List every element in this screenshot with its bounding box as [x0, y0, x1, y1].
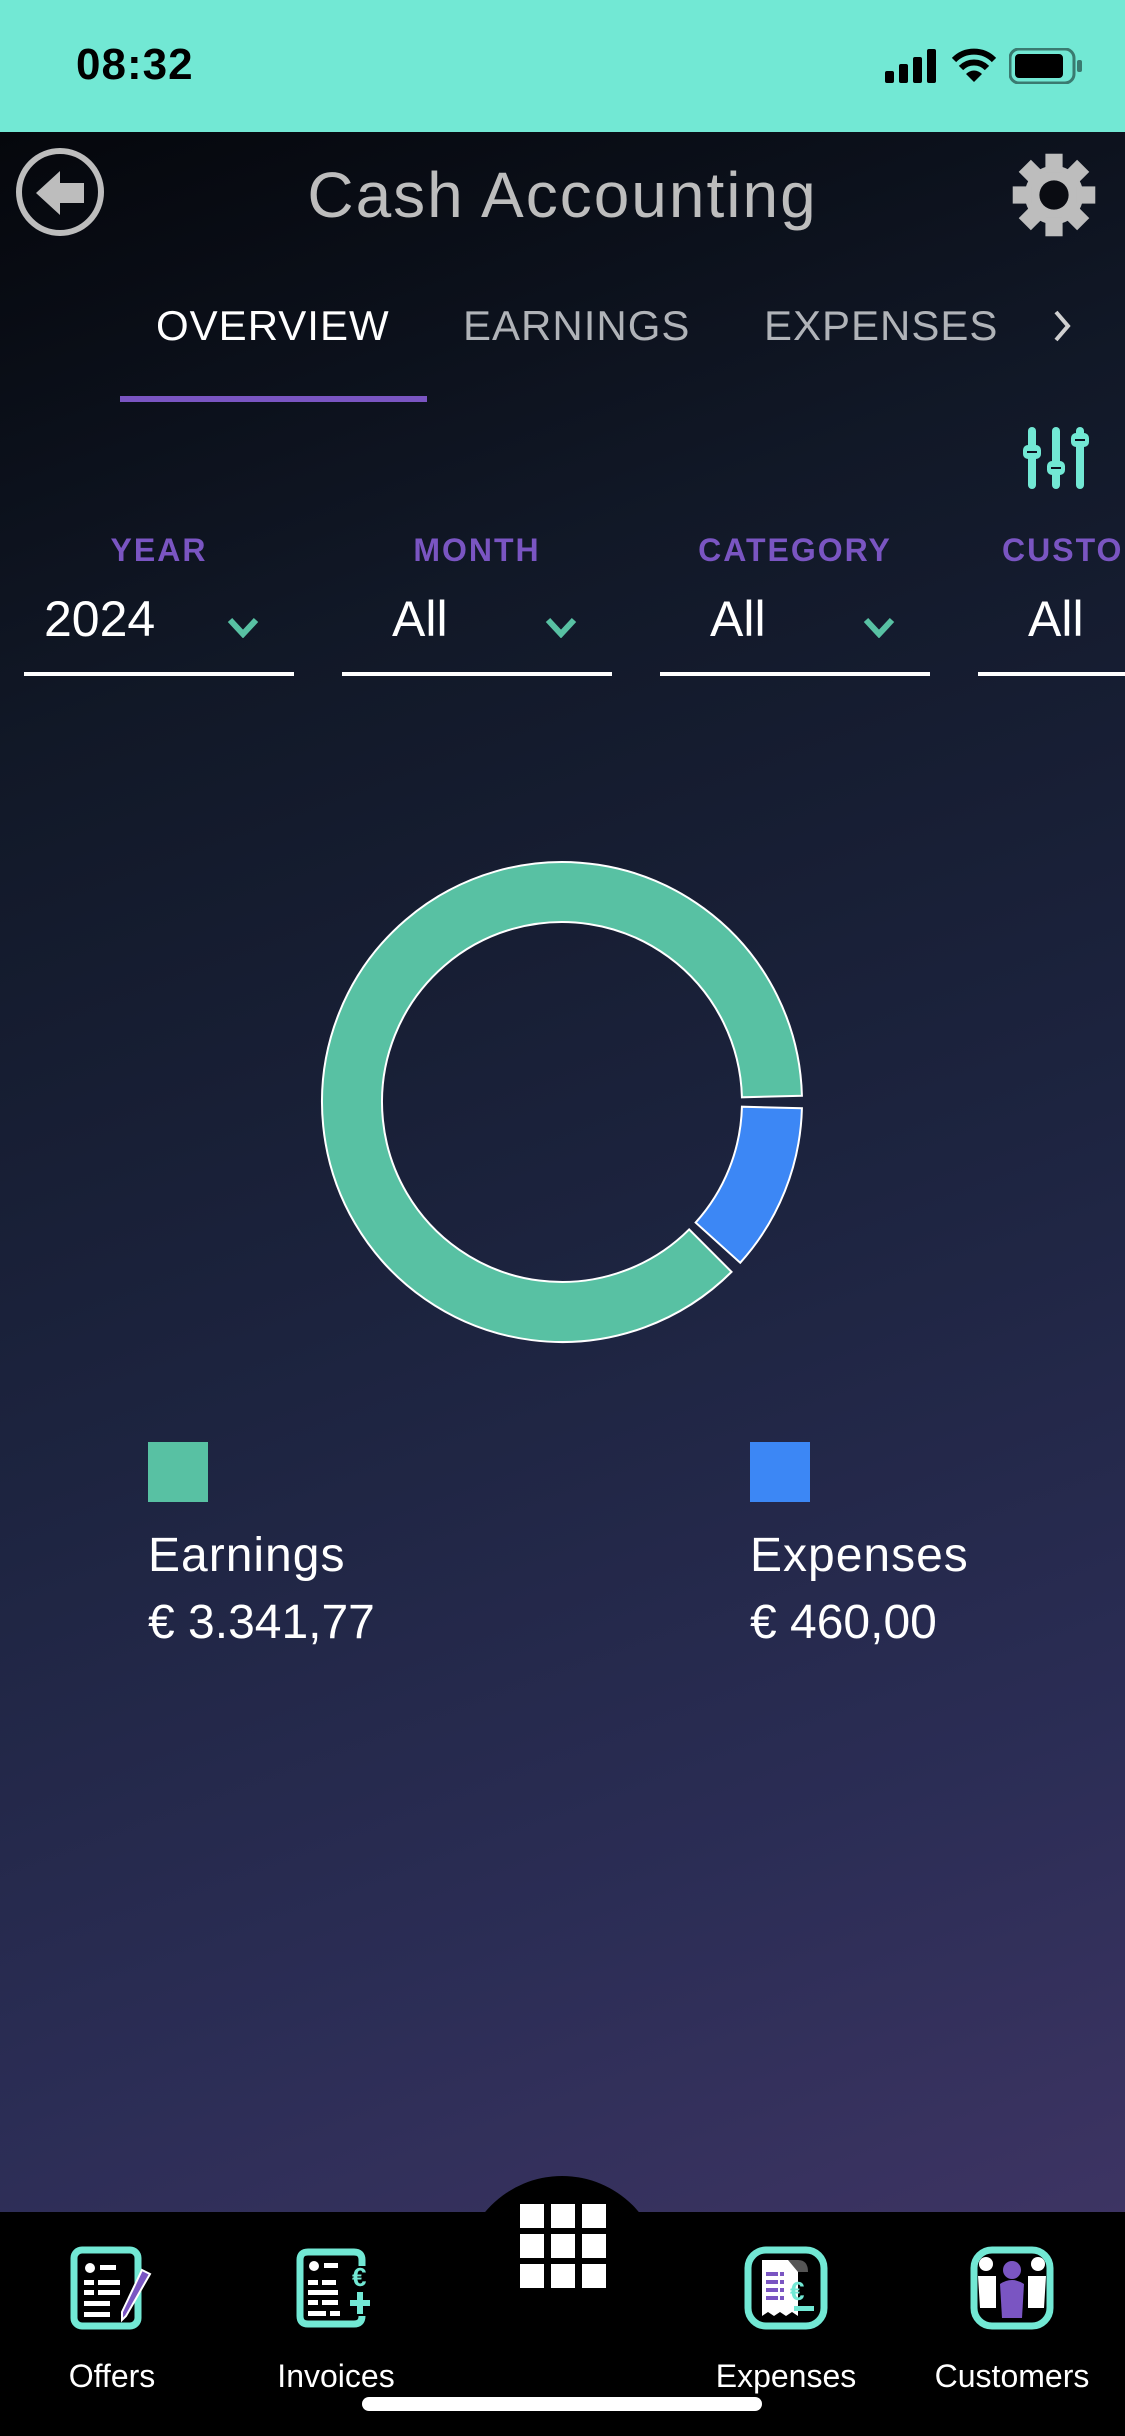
- donut-slice-expenses[interactable]: [694, 1105, 803, 1265]
- filter-underline: [24, 672, 294, 676]
- chevron-down-icon: [863, 617, 895, 638]
- tab-earnings[interactable]: EARNINGS: [463, 302, 690, 350]
- nav-offers[interactable]: Offers: [12, 2246, 212, 2395]
- month-filter[interactable]: MONTH All: [342, 532, 612, 676]
- page-title: Cash Accounting: [307, 159, 818, 231]
- nav-label: Expenses: [715, 2358, 857, 2394]
- tab-bar: OVERVIEW EARNINGS EXPENSES: [0, 302, 1125, 382]
- legend-label: Earnings: [148, 1529, 346, 1582]
- filter-underline: [660, 672, 930, 676]
- customer-filter[interactable]: CUSTO All: [978, 532, 1125, 676]
- home-indicator: [362, 2397, 762, 2411]
- filter-sliders-icon[interactable]: [1020, 427, 1096, 491]
- legend-earnings: Earnings € 3.341,77: [148, 1442, 375, 1650]
- main-content: Cash Accounting OVERVIEW EARNINGS EXPENS…: [0, 132, 1125, 2212]
- filter-value: All: [710, 591, 766, 647]
- nav-label: Customers: [934, 2358, 1090, 2394]
- tab-expenses[interactable]: EXPENSES: [764, 302, 998, 350]
- status-bar: 08:32: [0, 0, 1125, 132]
- filter-label: YEAR: [110, 532, 208, 568]
- legend-label: Expenses: [750, 1529, 969, 1582]
- grid-menu-icon[interactable]: [520, 2204, 606, 2288]
- filter-underline: [978, 672, 1125, 676]
- customers-icon: [970, 2246, 1054, 2330]
- chevron-right-icon[interactable]: [1052, 308, 1072, 344]
- status-icons: [885, 48, 1083, 84]
- filter-label: MONTH: [413, 532, 541, 568]
- chevron-down-icon: [227, 617, 259, 638]
- filter-label: CATEGORY: [698, 532, 892, 568]
- chevron-down-icon: [545, 617, 577, 638]
- signal-icon: [885, 49, 936, 83]
- nav-label: Offers: [68, 2358, 156, 2394]
- year-filter[interactable]: YEAR 2024: [24, 532, 294, 676]
- battery-icon: [1009, 48, 1082, 84]
- tab-overview[interactable]: OVERVIEW: [156, 302, 390, 350]
- legend-value: € 460,00: [750, 1596, 937, 1649]
- legend-expenses: Expenses € 460,00: [750, 1442, 969, 1650]
- legend-value: € 3.341,77: [148, 1596, 375, 1649]
- donut-chart: [321, 861, 803, 1343]
- category-filter[interactable]: CATEGORY All: [660, 532, 930, 676]
- invoices-icon: €: [296, 2248, 370, 2328]
- active-tab-indicator: [120, 396, 427, 402]
- nav-customers[interactable]: Customers: [912, 2246, 1112, 2395]
- expenses-icon: €: [744, 2246, 828, 2330]
- nav-expenses[interactable]: € Expenses: [686, 2246, 886, 2395]
- legend-swatch-earnings: [148, 1442, 208, 1502]
- gear-icon[interactable]: [1011, 152, 1097, 238]
- svg-text:€: €: [352, 2262, 366, 2292]
- status-time: 08:32: [76, 40, 194, 89]
- svg-text:€: €: [790, 2276, 804, 2306]
- filter-value: 2024: [44, 591, 156, 647]
- nav-label: Invoices: [277, 2358, 395, 2394]
- wifi-icon: [951, 48, 997, 82]
- filter-value: All: [392, 591, 448, 647]
- filter-underline: [342, 672, 612, 676]
- offers-icon: [70, 2246, 152, 2330]
- filter-value: All: [1028, 591, 1084, 647]
- legend-swatch-expenses: [750, 1442, 810, 1502]
- filter-label: CUSTO: [1002, 532, 1124, 568]
- nav-invoices[interactable]: € Invoices: [236, 2246, 436, 2395]
- donut-slice-earnings[interactable]: [321, 861, 803, 1343]
